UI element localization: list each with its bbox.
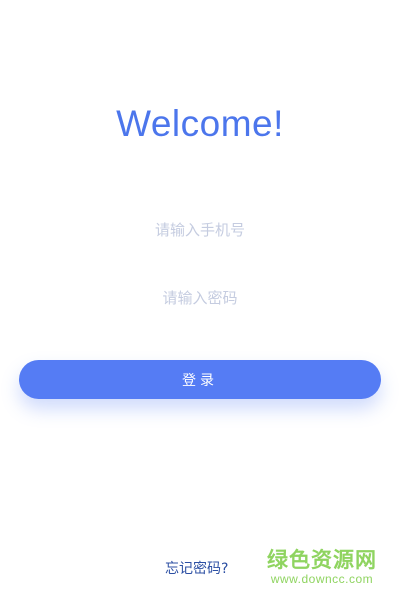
watermark-title: 绿色资源网 — [267, 548, 377, 572]
site-watermark: 绿色资源网 www.downcc.com — [262, 548, 382, 586]
password-input[interactable] — [40, 280, 360, 316]
login-button[interactable]: 登录 — [19, 360, 381, 399]
welcome-heading: Welcome! — [116, 103, 284, 144]
watermark-url: www.downcc.com — [270, 572, 374, 586]
phone-input[interactable] — [40, 212, 360, 248]
forgot-password-link[interactable]: 忘记密码? — [165, 558, 228, 578]
